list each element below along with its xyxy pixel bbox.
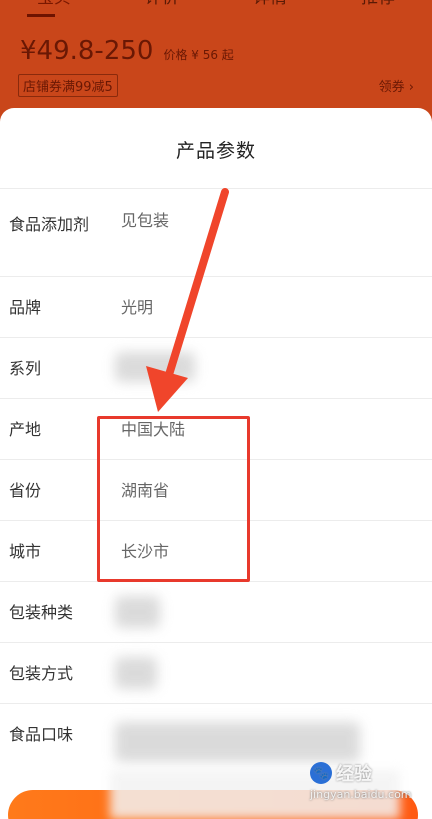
param-label: 包装方式 xyxy=(9,664,74,683)
watermark-url: jingyan.baidu.com xyxy=(310,788,412,801)
param-label: 系列 xyxy=(9,359,42,378)
param-value: 见包装 xyxy=(121,211,170,230)
param-row: 食品添加剂 见包装 xyxy=(0,188,432,276)
param-label: 产地 xyxy=(9,420,42,439)
watermark-brand: 经验 xyxy=(336,764,372,785)
tab-underline xyxy=(27,14,55,17)
blurred-value xyxy=(115,657,157,689)
blurred-value xyxy=(115,722,360,762)
product-tabs: 宝贝 评价 详情 推荐 xyxy=(0,0,432,14)
blurred-value xyxy=(115,352,195,382)
price-sub: 价格 ¥ 56 起 xyxy=(163,48,234,62)
coupon-badge: 店铺券满99减5 xyxy=(18,73,118,97)
blurred-value xyxy=(115,596,160,628)
baidu-paw-icon: 🐾 xyxy=(310,762,332,784)
sheet-title: 产品参数 xyxy=(175,140,256,162)
param-label: 食品添加剂 xyxy=(9,215,90,234)
param-row: 品牌 光明 xyxy=(0,276,432,337)
coupon-row: 店铺券满99减5 领券 › xyxy=(18,73,414,97)
tab-reviews[interactable]: 评价 xyxy=(145,0,179,8)
tab-item[interactable]: 宝贝 xyxy=(37,0,71,8)
tab-details[interactable]: 详情 xyxy=(253,0,287,8)
param-row: 包装方式 xyxy=(0,642,432,703)
param-label: 食品口味 xyxy=(9,725,74,744)
param-label: 品牌 xyxy=(9,298,42,317)
param-label: 城市 xyxy=(9,542,42,561)
tab-recommend[interactable]: 推荐 xyxy=(361,0,395,8)
param-label: 包装种类 xyxy=(9,603,74,622)
param-row: 包装种类 xyxy=(0,581,432,642)
highlight-box xyxy=(97,416,250,582)
watermark: 🐾 经验 jingyan.baidu.com xyxy=(310,760,430,810)
price-row: ¥49.8-250 价格 ¥ 56 起 xyxy=(20,36,234,66)
price: ¥49.8-250 xyxy=(20,36,154,66)
param-value: 光明 xyxy=(121,298,154,317)
param-label: 省份 xyxy=(9,481,42,500)
get-coupon-link[interactable]: 领券 › xyxy=(379,76,414,95)
param-row: 系列 xyxy=(0,337,432,398)
